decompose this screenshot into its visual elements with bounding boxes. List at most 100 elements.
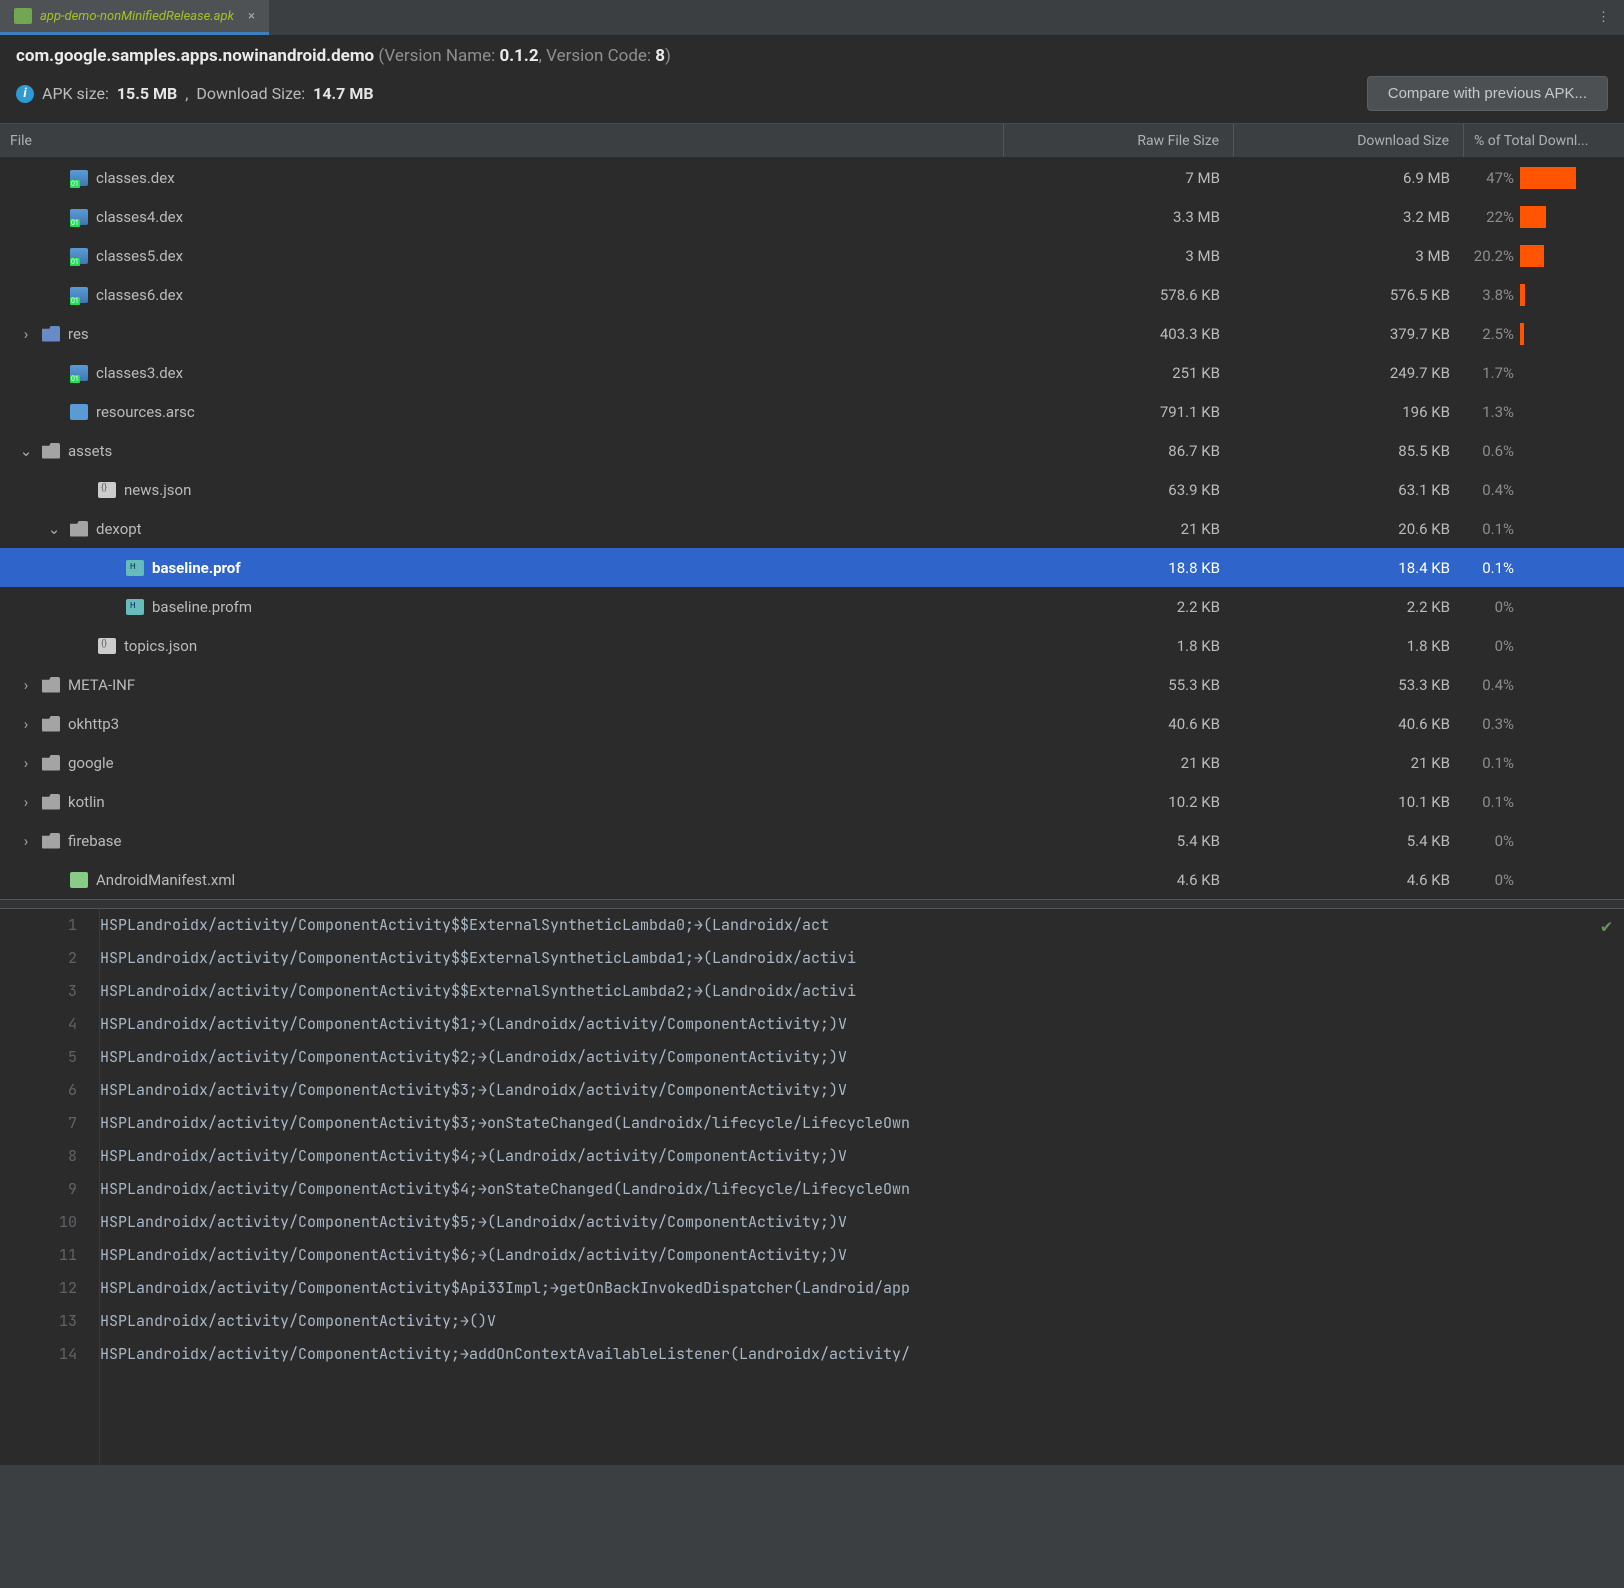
percent-value: 0.4%: [1464, 481, 1514, 499]
folder-icon: [42, 443, 60, 459]
raw-size: 10.2 KB: [1004, 793, 1234, 811]
file-name: assets: [68, 442, 112, 460]
raw-size: 86.7 KB: [1004, 442, 1234, 460]
download-size: 20.6 KB: [1234, 520, 1464, 538]
percent-value: 0.6%: [1464, 442, 1514, 460]
file-list: classes.dex7 MB6.9 MB47% classes4.dex 3.3 …: [0, 158, 1624, 899]
percent-value: 0.4%: [1464, 676, 1514, 694]
folder-res-icon: [42, 326, 60, 342]
col-percent[interactable]: % of Total Downl...: [1464, 124, 1624, 157]
table-row[interactable]: ⌄assets86.7 KB85.5 KB0.6%: [0, 431, 1624, 470]
package-name: com.google.samples.apps.nowinandroid.dem…: [16, 46, 374, 66]
table-row[interactable]: topics.json1.8 KB1.8 KB0%: [0, 626, 1624, 665]
download-size: 576.5 KB: [1234, 286, 1464, 304]
table-row[interactable]: baseline.prof18.8 KB18.4 KB0.1%: [0, 548, 1624, 587]
download-size: 53.3 KB: [1234, 676, 1464, 694]
percent-value: 2.5%: [1464, 325, 1514, 343]
package-row: com.google.samples.apps.nowinandroid.dem…: [16, 46, 1608, 66]
download-size: 40.6 KB: [1234, 715, 1464, 733]
table-row[interactable]: classes.dex7 MB6.9 MB47%: [0, 158, 1624, 197]
table-row[interactable]: news.json63.9 KB63.1 KB0.4%: [0, 470, 1624, 509]
raw-size: 578.6 KB: [1004, 286, 1234, 304]
col-raw[interactable]: Raw File Size: [1004, 124, 1234, 157]
file-name: classes6.dex: [96, 286, 183, 304]
table-row[interactable]: classes3.dex251 KB249.7 KB1.7%: [0, 353, 1624, 392]
table-row[interactable]: ›firebase5.4 KB5.4 KB0%: [0, 821, 1624, 860]
json-icon: [98, 482, 116, 498]
table-row[interactable]: classes6.dex578.6 KB576.5 KB3.8%: [0, 275, 1624, 314]
code-content[interactable]: HSPLandroidx/activity/ComponentActivity$…: [100, 909, 1624, 1465]
arsc-icon: [70, 404, 88, 420]
more-icon[interactable]: ⋮: [1583, 10, 1624, 25]
chevron-icon[interactable]: ⌄: [18, 442, 34, 460]
file-name: baseline.profm: [152, 598, 252, 616]
download-size: 18.4 KB: [1234, 559, 1464, 577]
apk-icon: [14, 8, 32, 24]
download-size: 6.9 MB: [1234, 169, 1464, 187]
file-name: classes4.dex: [96, 208, 183, 226]
file-name: google: [68, 754, 114, 772]
col-download[interactable]: Download Size: [1234, 124, 1464, 157]
raw-size: 21 KB: [1004, 520, 1234, 538]
info-icon: i: [16, 85, 34, 103]
table-row[interactable]: ›res403.3 KB379.7 KB2.5%: [0, 314, 1624, 353]
download-size: 3.2 MB: [1234, 208, 1464, 226]
line-gutter: 1234567891011121314: [0, 909, 100, 1465]
chevron-icon[interactable]: ›: [18, 325, 34, 343]
apk-header: com.google.samples.apps.nowinandroid.dem…: [0, 36, 1624, 124]
download-size: 2.2 KB: [1234, 598, 1464, 616]
percent-bar: [1520, 323, 1524, 345]
table-row[interactable]: classes5.dex3 MB3 MB20.2%: [0, 236, 1624, 275]
percent-value: 22%: [1464, 208, 1514, 226]
raw-size: 403.3 KB: [1004, 325, 1234, 343]
dex-icon: [70, 170, 88, 186]
pane-divider[interactable]: [0, 899, 1624, 909]
table-row[interactable]: ⌄dexopt21 KB20.6 KB0.1%: [0, 509, 1624, 548]
raw-size: 21 KB: [1004, 754, 1234, 772]
download-size: 5.4 KB: [1234, 832, 1464, 850]
file-name: topics.json: [124, 637, 197, 655]
dex-icon: [70, 248, 88, 264]
dex-icon: [70, 287, 88, 303]
percent-value: 20.2%: [1464, 247, 1514, 265]
folder-icon: [42, 716, 60, 732]
chevron-icon[interactable]: ›: [18, 793, 34, 811]
file-name: firebase: [68, 832, 122, 850]
dex-icon: [70, 365, 88, 381]
raw-size: 7 MB: [1004, 169, 1234, 187]
percent-value: 0%: [1464, 637, 1514, 655]
close-icon[interactable]: ×: [248, 9, 255, 24]
table-row[interactable]: resources.arsc791.1 KB196 KB1.3%: [0, 392, 1624, 431]
folder-icon: [42, 794, 60, 810]
table-row[interactable]: ›google21 KB21 KB0.1%: [0, 743, 1624, 782]
raw-size: 5.4 KB: [1004, 832, 1234, 850]
table-row[interactable]: ›okhttp340.6 KB40.6 KB0.3%: [0, 704, 1624, 743]
file-name: kotlin: [68, 793, 105, 811]
table-row[interactable]: ›META-INF55.3 KB53.3 KB0.4%: [0, 665, 1624, 704]
raw-size: 3.3 MB: [1004, 208, 1234, 226]
editor-tab[interactable]: app-demo-nonMinifiedRelease.apk ×: [0, 0, 269, 35]
download-size: 3 MB: [1234, 247, 1464, 265]
download-size: 10.1 KB: [1234, 793, 1464, 811]
table-row[interactable]: baseline.profm2.2 KB2.2 KB0%: [0, 587, 1624, 626]
table-row[interactable]: AndroidManifest.xml4.6 KB4.6 KB0%: [0, 860, 1624, 899]
chevron-icon[interactable]: ›: [18, 715, 34, 733]
file-name: META-INF: [68, 676, 135, 694]
col-file[interactable]: File: [0, 124, 1004, 157]
chevron-icon[interactable]: ›: [18, 832, 34, 850]
download-size: 21 KB: [1234, 754, 1464, 772]
raw-size: 40.6 KB: [1004, 715, 1234, 733]
chevron-icon[interactable]: ›: [18, 754, 34, 772]
compare-button[interactable]: Compare with previous APK...: [1367, 76, 1608, 111]
table-row[interactable]: classes4.dex 3.3 MB3.2 MB22%: [0, 197, 1624, 236]
chevron-icon[interactable]: ›: [18, 676, 34, 694]
download-size: 196 KB: [1234, 403, 1464, 421]
raw-size: 2.2 KB: [1004, 598, 1234, 616]
folder-icon: [42, 755, 60, 771]
table-row[interactable]: ›kotlin10.2 KB10.1 KB0.1%: [0, 782, 1624, 821]
percent-value: 0%: [1464, 598, 1514, 616]
json-icon: [98, 638, 116, 654]
raw-size: 4.6 KB: [1004, 871, 1234, 889]
chevron-icon[interactable]: ⌄: [46, 520, 62, 538]
tab-title: app-demo-nonMinifiedRelease.apk: [40, 9, 234, 24]
